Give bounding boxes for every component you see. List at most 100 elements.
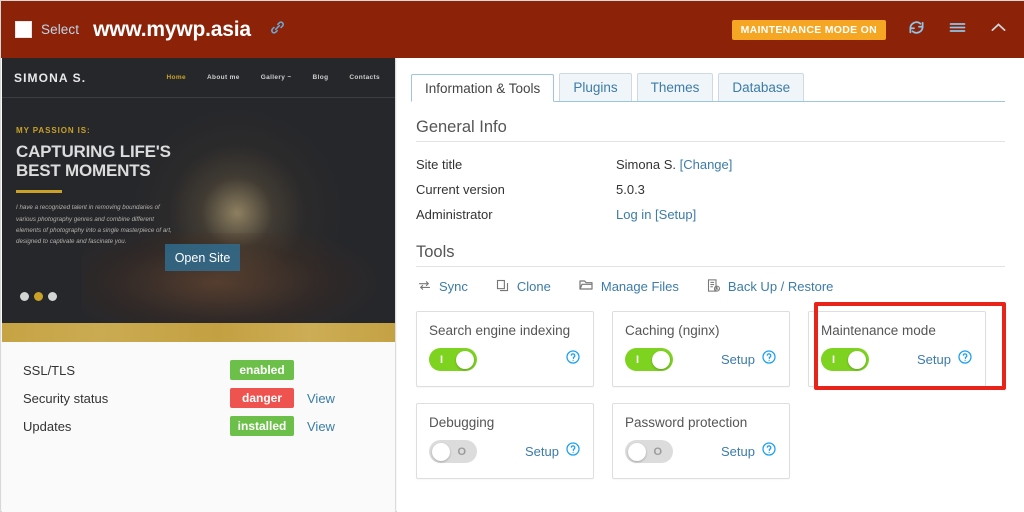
preview-hero-title-line1: CAPTURING LIFE'S <box>16 142 171 161</box>
card-right-group-caching: Setup <box>721 349 777 370</box>
toggle-caching[interactable]: I <box>625 348 673 371</box>
card-controls-debugging: O Setup <box>429 440 581 463</box>
info-key-site-title: Site title <box>416 157 463 172</box>
backup-icon <box>706 278 721 296</box>
toggle-state-mark-maintenance-mode: I <box>832 353 836 366</box>
site-preview-panel: SIMONA S. Home About me Gallery ~ Blog C… <box>2 58 396 512</box>
help-icon[interactable] <box>761 441 777 462</box>
clone-label: Clone <box>516 279 551 294</box>
card-maintenance-mode: Maintenance mode I Setup <box>808 311 986 387</box>
preview-nav-contacts[interactable]: Contacts <box>349 74 380 81</box>
info-value-site-title: Simona S. <box>616 157 676 172</box>
manage-files-tool-button[interactable]: Manage Files <box>578 277 679 296</box>
preview-nav-blog[interactable]: Blog <box>313 74 329 81</box>
card-title-search-engine-indexing: Search engine indexing <box>429 323 571 338</box>
setup-link-maintenance-mode[interactable]: Setup <box>917 352 951 367</box>
chain-link-icon[interactable] <box>269 19 286 41</box>
open-site-button[interactable]: Open Site <box>165 244 240 271</box>
status-badge-updates: installed <box>230 416 294 436</box>
carousel-dot-1[interactable] <box>20 292 29 301</box>
card-title-debugging: Debugging <box>429 415 495 430</box>
preview-carousel-dots[interactable] <box>20 292 57 301</box>
sync-icon <box>417 278 432 296</box>
help-icon[interactable] <box>761 349 777 370</box>
toggle-maintenance-mode[interactable]: I <box>821 348 869 371</box>
card-caching: Caching (nginx) I Setup <box>612 311 790 387</box>
toggle-state-mark-caching: I <box>636 353 640 366</box>
details-panel: Information & Tools Plugins Themes Datab… <box>397 58 1024 512</box>
card-right-group-password-protection: Setup <box>721 441 777 462</box>
preview-nav-gallery[interactable]: Gallery ~ <box>261 74 292 81</box>
header-right-group: MAINTENANCE MODE ON <box>731 17 1009 43</box>
backup-restore-tool-button[interactable]: Back Up / Restore <box>706 278 833 296</box>
carousel-dot-2[interactable] <box>34 292 43 301</box>
preview-nav-links: Home About me Gallery ~ Blog Contacts <box>167 74 385 81</box>
hamburger-menu-icon[interactable] <box>947 17 968 43</box>
toggle-debugging[interactable]: O <box>429 440 477 463</box>
tab-bar: Information & Tools Plugins Themes Datab… <box>411 72 1005 102</box>
select-site-checkbox[interactable] <box>15 21 32 38</box>
card-controls-caching: I Setup <box>625 348 777 371</box>
preview-hero-description: I have a recognized talent in removing b… <box>16 204 172 246</box>
sync-tool-button[interactable]: Sync <box>417 278 468 296</box>
copy-icon <box>495 278 510 296</box>
preview-site-navbar: SIMONA S. Home About me Gallery ~ Blog C… <box>2 58 395 98</box>
website-thumbnail-preview[interactable]: SIMONA S. Home About me Gallery ~ Blog C… <box>2 58 395 323</box>
card-controls-password-protection: O Setup <box>625 440 777 463</box>
tab-database[interactable]: Database <box>718 73 805 101</box>
preview-hero-block: MY PASSION IS: CAPTURING LIFE'S BEST MOM… <box>2 98 232 248</box>
preview-hero-kicker: MY PASSION IS: <box>16 126 91 135</box>
tab-themes[interactable]: Themes <box>636 73 714 101</box>
clone-tool-button[interactable]: Clone <box>495 278 551 296</box>
admin-login-link[interactable]: Log in <box>616 207 651 222</box>
card-debugging: Debugging O Setup <box>416 403 594 479</box>
toggle-knob <box>848 350 866 369</box>
carousel-dot-3[interactable] <box>48 292 57 301</box>
plesk-wordpress-toolkit-window: Select www.mywp.asia MAINTENANCE MODE ON <box>0 0 1024 512</box>
site-name-title: www.mywp.asia <box>93 17 251 41</box>
toggle-knob <box>432 442 450 461</box>
help-icon[interactable] <box>565 349 581 370</box>
tab-information-and-tools[interactable]: Information & Tools <box>411 74 555 102</box>
setup-link-password-protection[interactable]: Setup <box>721 444 755 459</box>
toggle-knob <box>652 350 670 369</box>
admin-setup-link[interactable]: [Setup] <box>655 207 696 222</box>
status-row-ssl: SSL/TLS enabled <box>2 356 395 384</box>
card-title-maintenance-mode: Maintenance mode <box>821 323 936 338</box>
folder-icon <box>578 277 594 296</box>
maintenance-mode-badge: MAINTENANCE MODE ON <box>731 19 886 40</box>
select-label[interactable]: Select <box>41 22 79 37</box>
tab-plugins[interactable]: Plugins <box>559 73 632 101</box>
status-view-link-updates[interactable]: View <box>307 419 335 434</box>
chevron-up-icon[interactable] <box>988 17 1009 43</box>
info-key-current-version: Current version <box>416 182 505 197</box>
help-icon[interactable] <box>565 441 581 462</box>
preview-nav-home[interactable]: Home <box>167 74 186 81</box>
help-icon[interactable] <box>957 349 973 370</box>
status-view-link-security[interactable]: View <box>307 391 335 406</box>
status-badge-security: danger <box>230 388 294 408</box>
info-key-administrator: Administrator <box>416 207 493 222</box>
site-status-list: SSL/TLS enabled Security status danger V… <box>2 342 395 512</box>
card-right-group-search-engine-indexing <box>565 349 581 370</box>
card-search-engine-indexing: Search engine indexing I <box>416 311 594 387</box>
refresh-icon[interactable] <box>906 17 927 43</box>
status-label-updates: Updates <box>23 418 72 434</box>
preview-site-logo: SIMONA S. <box>14 70 87 85</box>
toggle-password-protection[interactable]: O <box>625 440 673 463</box>
site-header-bar: Select www.mywp.asia MAINTENANCE MODE ON <box>1 1 1024 58</box>
card-right-group-maintenance-mode: Setup <box>917 349 973 370</box>
change-site-title-link[interactable]: [Change] <box>680 157 733 172</box>
header-left-group: Select www.mywp.asia <box>15 18 286 42</box>
info-row-current-version: Current version 5.0.3 <box>411 177 1005 202</box>
preview-gold-band <box>2 323 395 342</box>
toggle-search-engine-indexing[interactable]: I <box>429 348 477 371</box>
card-controls-search-engine-indexing: I <box>429 348 581 371</box>
status-row-security: Security status danger View <box>2 384 395 412</box>
card-right-group-debugging: Setup <box>525 441 581 462</box>
card-password-protection: Password protection O Setup <box>612 403 790 479</box>
tools-divider <box>416 266 1005 267</box>
setup-link-caching[interactable]: Setup <box>721 352 755 367</box>
preview-nav-about[interactable]: About me <box>207 74 240 81</box>
setup-link-debugging[interactable]: Setup <box>525 444 559 459</box>
